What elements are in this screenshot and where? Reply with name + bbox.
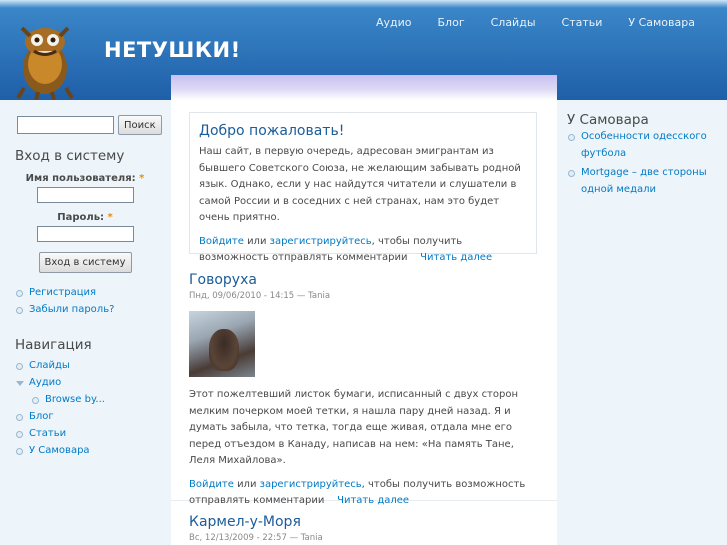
welcome-text: Наш сайт, в первую очередь, адресован эм… (199, 146, 521, 223)
search-box: Поиск (17, 115, 162, 135)
primary-link-articles[interactable]: Статьи (562, 16, 603, 29)
navigation-menu: Слайды Аудио Browse by... Блог Статьи У … (15, 357, 105, 459)
forgot-password-link[interactable]: Забыли пароль? (29, 304, 114, 315)
welcome-title: Добро пожаловать! (199, 123, 345, 139)
post: Говоруха Пнд, 09/06/2010 - 14:15 — Tania… (189, 272, 539, 510)
primary-link-blog[interactable]: Блог (438, 16, 465, 29)
list-item: Слайды (15, 357, 105, 374)
samovar-list: Особенности одесского футбола Mortgage –… (567, 128, 717, 198)
post-links: Войдите или зарегистрируйтесь, чтобы пол… (189, 478, 526, 507)
password-label: Пароль: * (57, 212, 113, 223)
nav-item-samovar[interactable]: У Самовара (29, 445, 90, 456)
required-mark: * (107, 212, 113, 223)
site-name[interactable]: НЕТУШКИ! (104, 38, 241, 62)
required-mark: * (139, 173, 145, 184)
primary-link-samovar[interactable]: У Самовара (628, 16, 695, 29)
post-meta: Вс, 12/13/2009 - 22:57 — Tania (189, 533, 323, 543)
post-thumbnail[interactable] (189, 311, 255, 377)
read-more-link[interactable]: Читать далее (420, 252, 492, 263)
list-item: Аудио (15, 374, 105, 391)
search-input[interactable] (17, 116, 114, 134)
search-button[interactable]: Поиск (118, 115, 162, 135)
register-link[interactable]: Регистрация (29, 287, 96, 298)
list-item: Browse by... (15, 391, 105, 408)
list-item: Забыли пароль? (15, 301, 114, 318)
post-title-link[interactable]: Кармел-у-Моря (189, 514, 301, 530)
animal-photo (209, 329, 239, 371)
sidebar-left: Поиск Вход в систему Имя пользователя: *… (15, 115, 162, 456)
list-item: Mortgage – две стороны одной медали (567, 164, 717, 198)
register-link[interactable]: зарегистрируйтесь (270, 236, 372, 247)
list-item: Статьи (15, 425, 105, 442)
username-label: Имя пользователя: * (25, 173, 145, 184)
nav-item-blog[interactable]: Блог (29, 411, 54, 422)
list-item: Особенности одесского футбола (567, 128, 717, 162)
login-link[interactable]: Войдите (199, 236, 244, 247)
content-top-gradient (171, 75, 557, 100)
primary-links: Аудио Блог Слайды Статьи У Самовара (376, 16, 695, 29)
primary-link-audio[interactable]: Аудио (376, 16, 412, 29)
welcome-links: Войдите или зарегистрируйтесь, чтобы пол… (199, 235, 493, 264)
register-link[interactable]: зарегистрируйтесь (260, 479, 362, 490)
samovar-link[interactable]: Особенности одесского футбола (581, 131, 707, 159)
nav-item-slides[interactable]: Слайды (29, 360, 70, 371)
nav-item-audio[interactable]: Аудио (29, 377, 61, 388)
nav-item-browse-by[interactable]: Browse by... (45, 394, 105, 405)
nav-item-articles[interactable]: Статьи (29, 428, 66, 439)
post-title: Говоруха (189, 272, 539, 288)
post-body: Этот пожелтевший листок бумаги, исписанн… (189, 389, 519, 466)
post: Кармел-у-Моря Вс, 12/13/2009 - 22:57 — T… (189, 514, 539, 543)
password-field[interactable] (36, 226, 134, 242)
samovar-link[interactable]: Mortgage – две стороны одной медали (581, 167, 707, 195)
post-meta: Пнд, 09/06/2010 - 14:15 — Tania (189, 291, 331, 301)
list-item: У Самовара (15, 442, 105, 459)
welcome-block: Добро пожаловать! Наш сайт, в первую оче… (189, 112, 537, 263)
list-item: Блог (15, 408, 105, 425)
login-link[interactable]: Войдите (189, 479, 234, 490)
site-logo[interactable] (12, 16, 78, 100)
sidebar-right: У Самовара Особенности одесского футбола… (567, 112, 717, 200)
post-title-link[interactable]: Говоруха (189, 272, 257, 288)
login-links: Регистрация Забыли пароль? (15, 284, 114, 318)
username-field[interactable] (36, 187, 134, 203)
samovar-block-title: У Самовара (567, 112, 649, 128)
navigation-title: Навигация (15, 337, 92, 353)
login-form: Имя пользователя: * Пароль: * Вход в сис… (15, 173, 155, 273)
read-more-link[interactable]: Читать далее (337, 495, 409, 506)
post-title: Кармел-у-Моря (189, 514, 539, 530)
list-item: Регистрация (15, 284, 114, 301)
primary-link-slides[interactable]: Слайды (491, 16, 536, 29)
login-title: Вход в систему (15, 148, 125, 164)
login-button[interactable]: Вход в систему (38, 252, 132, 273)
